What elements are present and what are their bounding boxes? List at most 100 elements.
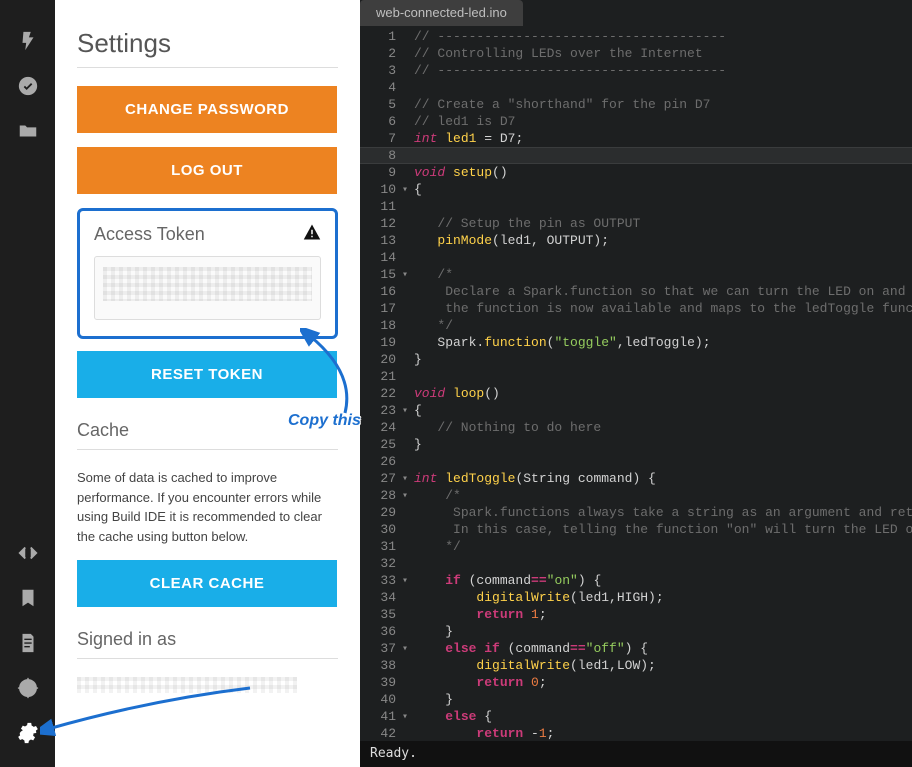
code-line[interactable]: 40 } [360, 691, 912, 708]
line-number: 9 [360, 164, 406, 181]
line-number: 20 [360, 351, 406, 368]
change-password-button[interactable]: CHANGE PASSWORD [77, 86, 337, 133]
clear-cache-button[interactable]: CLEAR CACHE [77, 560, 337, 607]
fold-icon[interactable]: ▾ [402, 641, 408, 658]
code-text: return 0; [406, 674, 547, 691]
access-token-heading: Access Token [94, 224, 205, 245]
fold-icon[interactable]: ▾ [402, 488, 408, 505]
settings-icon[interactable] [17, 722, 39, 749]
code-line[interactable]: 41▾ else { [360, 708, 912, 725]
settings-panel: Settings CHANGE PASSWORD LOG OUT Access … [55, 0, 360, 767]
code-line[interactable]: 36 } [360, 623, 912, 640]
code-line[interactable]: 18 */ [360, 317, 912, 334]
code-line[interactable]: 1// ------------------------------------… [360, 28, 912, 45]
code-line[interactable]: 5// Create a "shorthand" for the pin D7 [360, 96, 912, 113]
access-token-value[interactable] [94, 256, 321, 320]
line-number: 38 [360, 657, 406, 674]
tab-bar: web-connected-led.ino [360, 0, 912, 26]
code-area[interactable]: 1// ------------------------------------… [360, 26, 912, 741]
code-line[interactable]: 32 [360, 555, 912, 572]
code-text [406, 453, 414, 470]
code-line[interactable]: 22void loop() [360, 385, 912, 402]
code-line[interactable]: 8 [360, 147, 912, 164]
code-text: else if (command=="off") { [406, 640, 648, 657]
folder-icon[interactable] [17, 120, 39, 147]
line-number: 23▾ [360, 402, 406, 419]
code-text: return -1; [406, 725, 554, 741]
code-line[interactable]: 35 return 1; [360, 606, 912, 623]
code-line[interactable]: 16 Declare a Spark.function so that we c… [360, 283, 912, 300]
code-line[interactable]: 31 */ [360, 538, 912, 555]
logout-button[interactable]: LOG OUT [77, 147, 337, 194]
flash-icon[interactable] [17, 30, 39, 57]
code-line[interactable]: 7int led1 = D7; [360, 130, 912, 147]
code-text: pinMode(led1, OUTPUT); [406, 232, 609, 249]
code-icon[interactable] [17, 542, 39, 569]
code-line[interactable]: 28▾ /* [360, 487, 912, 504]
file-tab[interactable]: web-connected-led.ino [360, 0, 523, 26]
target-icon[interactable] [17, 677, 39, 704]
line-number: 17 [360, 300, 406, 317]
line-number: 41▾ [360, 708, 406, 725]
code-line[interactable]: 24 // Nothing to do here [360, 419, 912, 436]
verify-icon[interactable] [17, 75, 39, 102]
line-number: 34 [360, 589, 406, 606]
cache-description: Some of data is cached to improve perfor… [77, 468, 338, 546]
code-line[interactable]: 19 Spark.function("toggle",ledToggle); [360, 334, 912, 351]
code-text: } [406, 691, 453, 708]
code-line[interactable]: 14 [360, 249, 912, 266]
code-text: digitalWrite(led1,HIGH); [406, 589, 664, 606]
code-text: the function is now available and maps t… [406, 300, 912, 317]
warning-icon [303, 223, 321, 246]
code-line[interactable]: 27▾int ledToggle(String command) { [360, 470, 912, 487]
fold-icon[interactable]: ▾ [402, 709, 408, 726]
fold-icon[interactable]: ▾ [402, 471, 408, 488]
line-number: 25 [360, 436, 406, 453]
code-line[interactable]: 26 [360, 453, 912, 470]
fold-icon[interactable]: ▾ [402, 573, 408, 590]
code-text: // ------------------------------------- [406, 62, 726, 79]
line-number: 1 [360, 28, 406, 45]
line-number: 29 [360, 504, 406, 521]
code-text: /* [406, 487, 461, 504]
code-line[interactable]: 42 return -1; [360, 725, 912, 741]
line-number: 21 [360, 368, 406, 385]
line-number: 24 [360, 419, 406, 436]
code-text [406, 198, 414, 215]
redacted-token [103, 267, 312, 301]
code-line[interactable]: 12 // Setup the pin as OUTPUT [360, 215, 912, 232]
code-line[interactable]: 15▾ /* [360, 266, 912, 283]
code-line[interactable]: 23▾{ [360, 402, 912, 419]
code-line[interactable]: 25} [360, 436, 912, 453]
code-text: if (command=="on") { [406, 572, 601, 589]
code-line[interactable]: 20} [360, 351, 912, 368]
fold-icon[interactable]: ▾ [402, 267, 408, 284]
fold-icon[interactable]: ▾ [402, 403, 408, 420]
doc-icon[interactable] [17, 632, 39, 659]
code-line[interactable]: 13 pinMode(led1, OUTPUT); [360, 232, 912, 249]
code-line[interactable]: 37▾ else if (command=="off") { [360, 640, 912, 657]
code-line[interactable]: 38 digitalWrite(led1,LOW); [360, 657, 912, 674]
signed-in-heading: Signed in as [77, 629, 338, 650]
code-line[interactable]: 6// led1 is D7 [360, 113, 912, 130]
code-line[interactable]: 11 [360, 198, 912, 215]
fold-icon[interactable]: ▾ [402, 182, 408, 199]
line-number: 16 [360, 283, 406, 300]
line-number: 15▾ [360, 266, 406, 283]
reset-token-button[interactable]: RESET TOKEN [77, 351, 337, 398]
code-line[interactable]: 34 digitalWrite(led1,HIGH); [360, 589, 912, 606]
code-line[interactable]: 10▾{ [360, 181, 912, 198]
code-line[interactable]: 3// ------------------------------------… [360, 62, 912, 79]
code-line[interactable]: 29 Spark.functions always take a string … [360, 504, 912, 521]
code-line[interactable]: 9void setup() [360, 164, 912, 181]
code-line[interactable]: 4 [360, 79, 912, 96]
code-line[interactable]: 30 In this case, telling the function "o… [360, 521, 912, 538]
code-line[interactable]: 2// Controlling LEDs over the Internet [360, 45, 912, 62]
divider [77, 67, 338, 68]
code-line[interactable]: 21 [360, 368, 912, 385]
code-line[interactable]: 17 the function is now available and map… [360, 300, 912, 317]
code-text: } [406, 351, 422, 368]
code-line[interactable]: 33▾ if (command=="on") { [360, 572, 912, 589]
code-line[interactable]: 39 return 0; [360, 674, 912, 691]
bookmark-icon[interactable] [17, 587, 39, 614]
